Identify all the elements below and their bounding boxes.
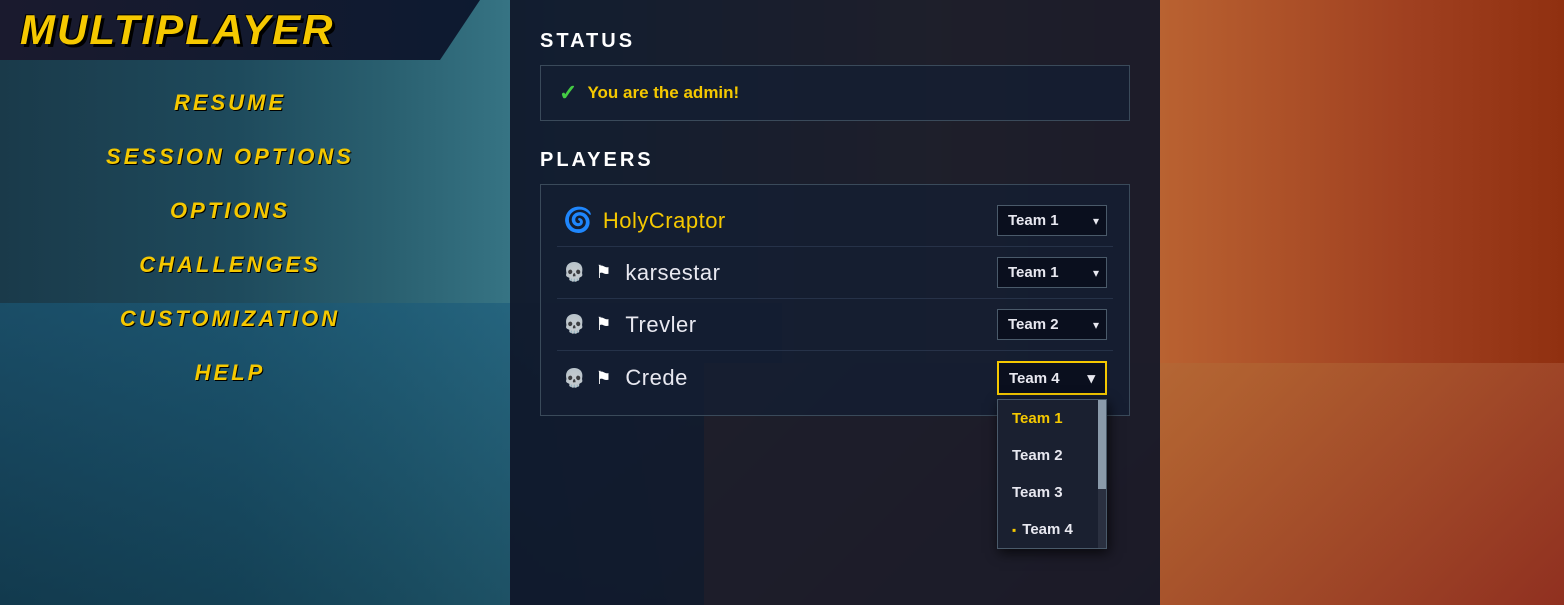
dropdown-option-team3[interactable]: Team 3 xyxy=(998,474,1106,511)
multiplayer-banner: MULTIPLAYER xyxy=(0,0,480,60)
player-row-holycraptor: 🌀 HolyCraptor Team 1 Team 2 Team 3 Team … xyxy=(557,195,1113,247)
team-dropdown-wrapper-karsestar: Team 1 Team 2 Team 3 Team 4 ▾ xyxy=(997,257,1107,288)
flag-icon-karsestar: ⚑ xyxy=(595,262,615,283)
team-select-holycraptor[interactable]: Team 1 Team 2 Team 3 Team 4 xyxy=(997,205,1107,236)
players-list: 🌀 HolyCraptor Team 1 Team 2 Team 3 Team … xyxy=(540,184,1130,416)
nav-help[interactable]: HELP xyxy=(195,360,266,386)
player-name-karsestar: karsestar xyxy=(625,260,987,286)
team-dropdown-wrapper-crede[interactable]: Team 4 ▾ Team 1 Team 2 Team 3 Team 4 xyxy=(997,361,1107,395)
status-section-title: STATUS xyxy=(540,30,1130,53)
nav-customization[interactable]: CUSTOMIZATION xyxy=(120,306,340,332)
status-box: ✓ You are the admin! xyxy=(540,65,1130,121)
players-section-title: PLAYERS xyxy=(540,149,1130,172)
scrollbar-thumb[interactable] xyxy=(1098,400,1106,489)
status-message: You are the admin! xyxy=(587,83,739,103)
team-open-dropdown-crede: Team 1 Team 2 Team 3 Team 4 xyxy=(997,399,1107,549)
flag-icon-crede: ⚑ xyxy=(595,368,615,389)
team-dropdown-wrapper-trevler: Team 1 Team 2 Team 3 Team 4 ▾ xyxy=(997,309,1107,340)
dropdown-option-team1[interactable]: Team 1 xyxy=(998,400,1106,437)
team-select-karsestar[interactable]: Team 1 Team 2 Team 3 Team 4 xyxy=(997,257,1107,288)
skull-icon-karsestar: 💀 xyxy=(563,262,585,283)
player-emblem-holycraptor: 🌀 xyxy=(563,206,593,235)
team-select-trevler[interactable]: Team 1 Team 2 Team 3 Team 4 xyxy=(997,309,1107,340)
player-name-trevler: Trevler xyxy=(625,312,987,338)
player-row-trevler: 💀 ⚑ Trevler Team 1 Team 2 Team 3 Team 4 … xyxy=(557,299,1113,351)
dropdown-arrow-crede: ▾ xyxy=(1087,369,1095,387)
skull-icon-trevler: 💀 xyxy=(563,314,585,335)
nav-session-options[interactable]: SESSION OPTIONS xyxy=(106,144,354,170)
nav-options[interactable]: OPTIONS xyxy=(170,198,290,224)
dropdown-option-team2[interactable]: Team 2 xyxy=(998,437,1106,474)
flag-icon-trevler: ⚑ xyxy=(595,314,615,335)
team-dropdown-wrapper-holycraptor: Team 1 Team 2 Team 3 Team 4 ▾ xyxy=(997,205,1107,236)
dropdown-option-team4[interactable]: Team 4 xyxy=(998,511,1106,548)
player-name-holycraptor: HolyCraptor xyxy=(603,208,987,234)
nav-resume[interactable]: RESUME xyxy=(174,90,286,116)
player-name-crede: Crede xyxy=(625,365,987,391)
player-row-crede: 💀 ⚑ Crede Team 4 ▾ Team 1 Team 2 Team 3 … xyxy=(557,351,1113,405)
check-icon: ✓ xyxy=(559,80,577,106)
scrollbar-track xyxy=(1098,400,1106,548)
skull-icon-crede: 💀 xyxy=(563,368,585,389)
team-display-label-crede: Team 4 xyxy=(1009,370,1060,387)
left-nav: RESUME SESSION OPTIONS OPTIONS CHALLENGE… xyxy=(0,70,460,386)
team-display-crede[interactable]: Team 4 ▾ xyxy=(997,361,1107,395)
main-panel: STATUS ✓ You are the admin! PLAYERS 🌀 Ho… xyxy=(510,0,1160,605)
player-row-karsestar: 💀 ⚑ karsestar Team 1 Team 2 Team 3 Team … xyxy=(557,247,1113,299)
multiplayer-title: MULTIPLAYER xyxy=(20,6,334,54)
nav-challenges[interactable]: CHALLENGES xyxy=(139,252,321,278)
